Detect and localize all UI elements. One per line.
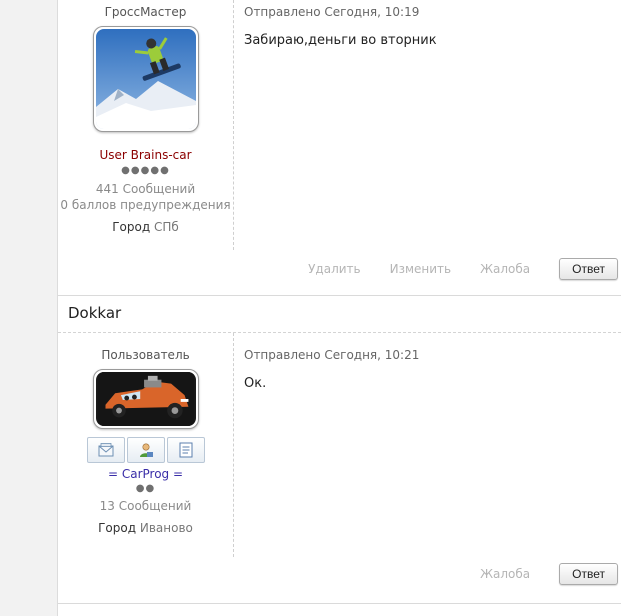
report-link[interactable]: Жалоба <box>480 567 530 581</box>
post-content: Отправлено Сегодня, 10:19 Забираю,деньги… <box>244 5 437 49</box>
snowboarder-avatar-image <box>95 29 196 129</box>
message-count: 13 Сообщений <box>99 499 192 513</box>
author-username[interactable]: = CarProg = <box>58 467 233 481</box>
page-gutter <box>0 0 58 616</box>
city-label: Город <box>112 220 151 234</box>
city-label: Город <box>98 521 137 535</box>
avatar[interactable] <box>92 369 199 429</box>
reply-button[interactable]: Ответ <box>559 563 618 585</box>
post-actions: Жалоба Ответ <box>480 563 618 585</box>
edit-link[interactable]: Изменить <box>390 262 452 276</box>
post-author-name[interactable]: Dokkar <box>68 304 121 322</box>
delete-link[interactable]: Удалить <box>308 262 361 276</box>
city-value: Иваново <box>139 521 193 535</box>
reputation-pips: ●● <box>135 483 156 494</box>
message-count: 441 Сообщений <box>95 182 196 196</box>
post-author-panel: Пользователь = CarProg = ●● 13 Сообщений… <box>58 333 234 557</box>
avatar[interactable] <box>92 26 199 132</box>
post-separator <box>58 295 621 296</box>
post-author-panel: ГроссМастер User Brains-car ●●●●● 441 Со… <box>58 0 234 250</box>
car-avatar-image <box>97 372 194 426</box>
post-actions: Удалить Изменить Жалоба Ответ <box>308 258 618 280</box>
post-text: Ок. <box>244 376 267 391</box>
reputation-pips: ●●●●● <box>121 165 170 176</box>
post-separator <box>58 603 621 604</box>
post-1: ГроссМастер User Brains-car ●●●●● 441 Со… <box>58 0 621 295</box>
view-posts-button[interactable] <box>166 437 205 463</box>
author-city: Город СПб <box>58 219 233 235</box>
user-card-icon <box>139 443 153 457</box>
city-value: СПб <box>153 220 179 234</box>
author-rank: ГроссМастер <box>104 5 187 19</box>
envelope-icon <box>98 443 113 457</box>
reply-button[interactable]: Ответ <box>559 258 618 280</box>
warning-points: 0 баллов предупреждения <box>60 198 231 212</box>
document-icon <box>179 442 192 458</box>
post-content: Отправлено Сегодня, 10:21 Ок. <box>244 348 419 392</box>
report-link[interactable]: Жалоба <box>480 262 530 276</box>
author-city: Город Иваново <box>58 520 233 536</box>
author-action-icons <box>58 437 233 463</box>
send-message-button[interactable] <box>86 437 125 463</box>
author-rank: Пользователь <box>101 348 190 362</box>
post-timestamp: Отправлено Сегодня, 10:21 <box>244 348 420 362</box>
author-username[interactable]: User Brains-car <box>58 148 233 162</box>
view-profile-button[interactable] <box>126 437 165 463</box>
post-2: Пользователь = CarProg = ●● 13 Сообщений… <box>58 333 621 603</box>
post-text: Забираю,деньги во вторник <box>244 33 437 48</box>
post-timestamp: Отправлено Сегодня, 10:19 <box>244 5 420 19</box>
